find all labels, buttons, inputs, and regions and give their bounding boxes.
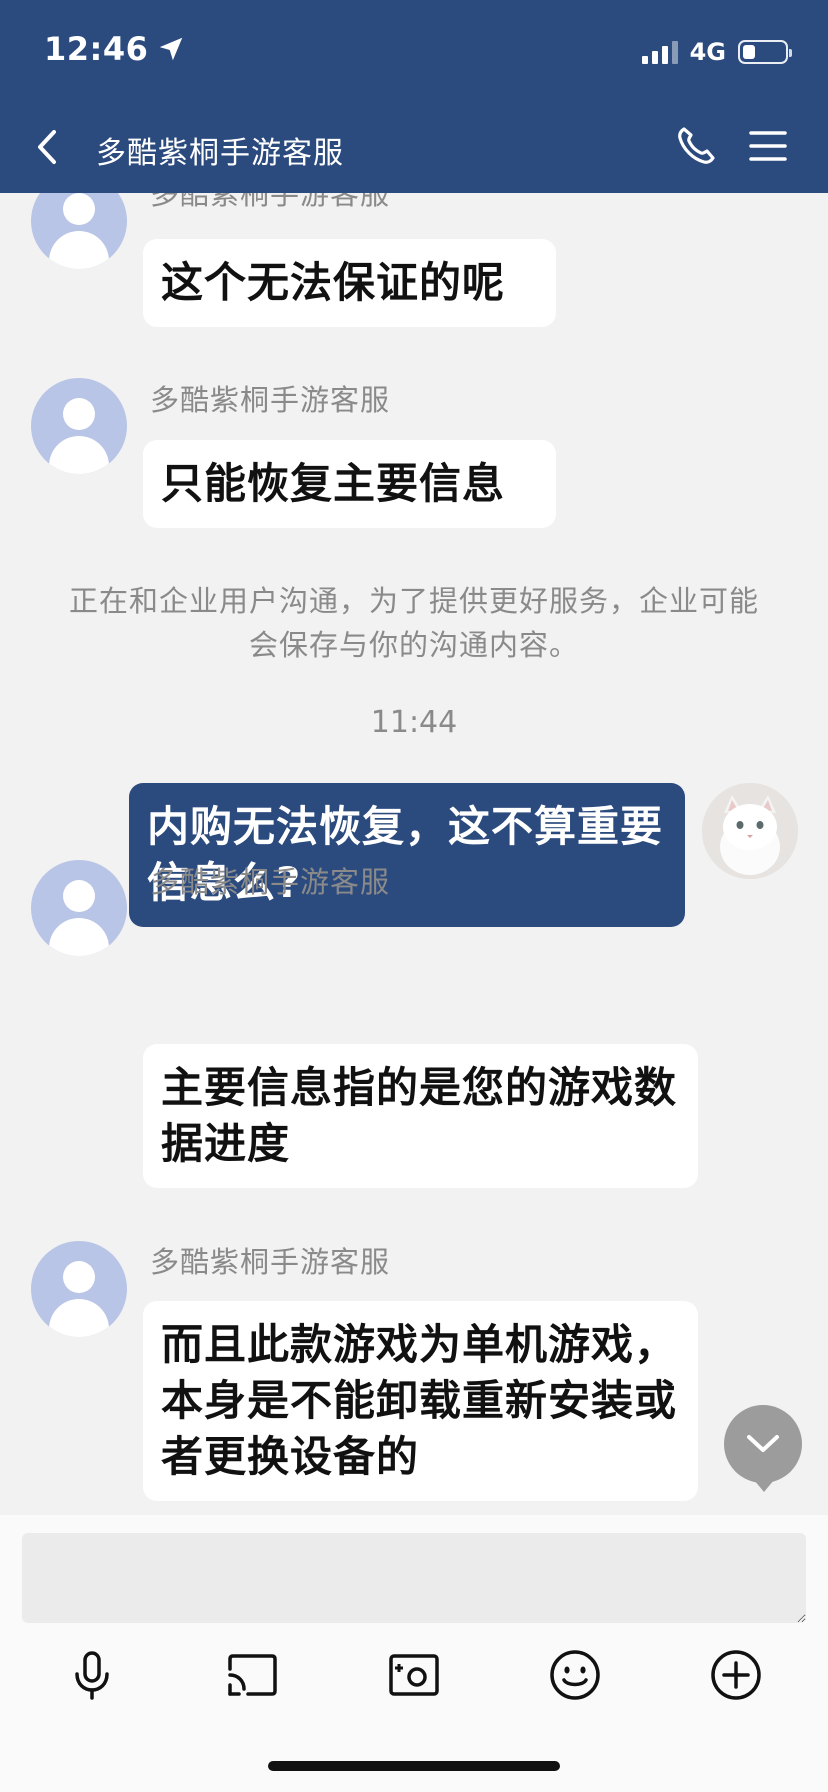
screen-share-icon [228, 1654, 277, 1696]
sender-name: 多酷紫桐手游客服 [150, 383, 391, 417]
my-message-bubble[interactable]: 内购无法恢复，这不算重要信息么? [129, 783, 685, 927]
screen-share-button[interactable] [222, 1645, 282, 1705]
emoji-button[interactable] [545, 1645, 605, 1705]
emoji-icon [550, 1650, 600, 1700]
message-bubble[interactable]: 而且此款游戏为单机游戏，本身是不能卸载重新安装或者更换设备的 [143, 1301, 698, 1501]
nav-bar: 多酷紫桐手游客服 [0, 110, 828, 185]
scroll-to-bottom-button[interactable] [724, 1405, 802, 1492]
home-indicator[interactable] [268, 1761, 560, 1771]
message-bubble[interactable]: 主要信息指的是您的游戏数据进度 [143, 1044, 698, 1188]
microphone-icon [75, 1651, 109, 1700]
location-arrow-icon [160, 37, 183, 61]
agent-avatar[interactable] [31, 193, 127, 269]
agent-avatar[interactable] [31, 378, 127, 474]
message-timestamp: 11:44 [370, 705, 458, 740]
agent-avatar[interactable] [31, 1241, 127, 1337]
camera-button[interactable] [384, 1645, 444, 1705]
network-label: 4G [689, 38, 726, 66]
sender-name: 多酷紫桐手游客服 [150, 1245, 391, 1279]
status-time: 12:46 [44, 30, 186, 68]
chevron-down-icon [747, 1435, 779, 1452]
battery-icon [738, 40, 792, 64]
status-time-text: 12:46 [44, 30, 149, 68]
phone-call-icon[interactable] [674, 124, 718, 168]
message-bubble[interactable]: 这个无法保证的呢 [143, 239, 556, 327]
chat-area[interactable]: 多酷紫桐手游客服 这个无法保证的呢 多酷紫桐手游客服 只能恢复主要信息 正在和企… [0, 193, 828, 1515]
system-notice: 正在和企业用户沟通，为了提供更好服务，企业可能会保存与你的沟通内容。 [68, 584, 759, 662]
menu-icon[interactable] [748, 128, 788, 164]
back-icon[interactable] [30, 126, 66, 168]
message-bubble[interactable]: 只能恢复主要信息 [143, 440, 556, 528]
cat-avatar-icon [702, 783, 798, 879]
status-indicators: 4G [641, 36, 792, 68]
agent-avatar[interactable] [31, 860, 127, 956]
message-input[interactable] [22, 1533, 806, 1623]
signal-icon [641, 40, 678, 64]
voice-button[interactable] [62, 1645, 122, 1705]
app-header: 12:46 4G 多酷紫桐手游客服 [0, 0, 828, 193]
composer [0, 1515, 828, 1792]
sender-name: 多酷紫桐手游客服 [150, 865, 391, 899]
more-options-button[interactable] [706, 1645, 766, 1705]
camera-icon [389, 1654, 439, 1696]
page-title: 多酷紫桐手游客服 [96, 136, 344, 171]
sender-name: 多酷紫桐手游客服 [150, 193, 391, 211]
plus-icon [711, 1650, 761, 1700]
my-avatar[interactable] [702, 783, 798, 879]
composer-toolbar [0, 1645, 828, 1725]
